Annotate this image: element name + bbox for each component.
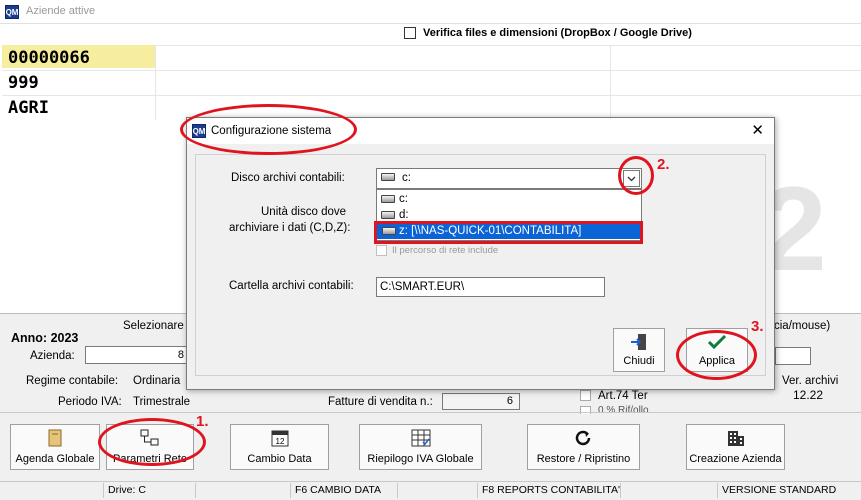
azienda-label: Azienda: xyxy=(30,350,75,362)
annotation-number-1: 1. xyxy=(196,413,209,430)
svg-text:12: 12 xyxy=(275,437,284,446)
annotation-number-2: 2. xyxy=(657,156,670,173)
ver-archivi-value: 12.22 xyxy=(793,388,824,402)
mouse-hint-text: cia/mouse) xyxy=(774,320,831,332)
select-hint-text: Selezionare xyxy=(123,320,184,332)
annotation-ring-dialog-title xyxy=(180,104,357,155)
anno-label: Anno: 2023 xyxy=(11,331,79,345)
fatture-value: 6 xyxy=(506,395,513,407)
riepilogo-iva-button[interactable]: Riepilogo IVA Globale xyxy=(359,424,482,470)
restore-icon xyxy=(575,430,590,446)
unita-label-1: Unità disco dove xyxy=(261,206,347,218)
disco-label: Disco archivi contabili: xyxy=(231,172,345,184)
drive-option-c[interactable]: c: xyxy=(377,191,641,207)
company-list-item[interactable]: 999 xyxy=(2,71,154,95)
drive-icon xyxy=(381,173,395,181)
calendar-icon: 12 xyxy=(271,430,288,447)
annotation-box-network-drive xyxy=(374,221,643,244)
art74-checkbox[interactable] xyxy=(580,390,591,401)
drive-select-value: c: xyxy=(402,172,411,184)
verify-label: Verifica files e dimensioni (DropBox / G… xyxy=(423,27,692,39)
company-list-item[interactable]: 00000066 xyxy=(2,46,154,70)
unita-label-2: archiviare i dati (C,D,Z): xyxy=(229,222,351,234)
regime-label: Regime contabile: xyxy=(26,375,119,387)
annotation-number-3: 3. xyxy=(751,318,764,335)
azienda-field[interactable]: 8 xyxy=(85,346,187,364)
art74-label: Art.74 Ter xyxy=(598,390,648,402)
grid-report-icon xyxy=(411,429,430,447)
cartella-value: C:\SMART.EUR\ xyxy=(380,281,465,293)
exit-door-icon xyxy=(631,334,646,350)
annotation-ring-applica xyxy=(676,330,757,380)
periodo-value: Trimestrale xyxy=(133,396,191,408)
periodo-label: Periodo IVA: xyxy=(58,396,122,408)
drive-select[interactable]: c: xyxy=(376,168,642,189)
chiudi-button[interactable]: Chiudi xyxy=(613,328,665,372)
annotation-ring-dropdown xyxy=(618,156,654,195)
window-title: Aziende attive xyxy=(26,5,96,17)
status-f8: F8 REPORTS CONTABILITA' xyxy=(477,483,620,498)
building-icon xyxy=(727,431,744,446)
agenda-icon xyxy=(48,429,62,447)
close-icon[interactable]: ✕ xyxy=(751,121,764,139)
company-list-item[interactable]: AGRI xyxy=(2,96,154,120)
cartella-label: Cartella archivi contabili: xyxy=(229,280,354,292)
fatture-label: Fatture di vendita n.: xyxy=(328,396,433,408)
right-code-field[interactable] xyxy=(775,347,811,365)
verify-checkbox[interactable] xyxy=(404,27,416,39)
status-f6: F6 CAMBIO DATA xyxy=(290,483,397,498)
restore-button[interactable]: Restore / Ripristino xyxy=(527,424,640,470)
status-version: VERSIONE STANDARD xyxy=(717,483,861,498)
cartella-input[interactable]: C:\SMART.EUR\ xyxy=(376,277,605,297)
regime-value: Ordinaria xyxy=(133,375,181,387)
agenda-globale-button[interactable]: Agenda Globale xyxy=(10,424,100,470)
window-titlebar: QM Aziende attive xyxy=(0,0,861,24)
cambio-data-button[interactable]: 12 Cambio Data xyxy=(230,424,329,470)
app-logo-icon: QM xyxy=(5,5,19,19)
fatture-field: 6 xyxy=(442,393,520,410)
creazione-azienda-button[interactable]: Creazione Azienda xyxy=(686,424,785,470)
annotation-ring-parametri xyxy=(98,418,206,466)
drive-icon xyxy=(381,195,395,203)
network-path-checkbox[interactable] xyxy=(376,245,387,256)
network-path-label: Il percorso di rete include xyxy=(392,245,499,256)
drive-icon xyxy=(381,211,395,219)
ver-archivi-label: Ver. archivi xyxy=(782,375,839,387)
azienda-value: 8 xyxy=(177,349,184,361)
status-drive: Drive: C xyxy=(103,483,195,498)
